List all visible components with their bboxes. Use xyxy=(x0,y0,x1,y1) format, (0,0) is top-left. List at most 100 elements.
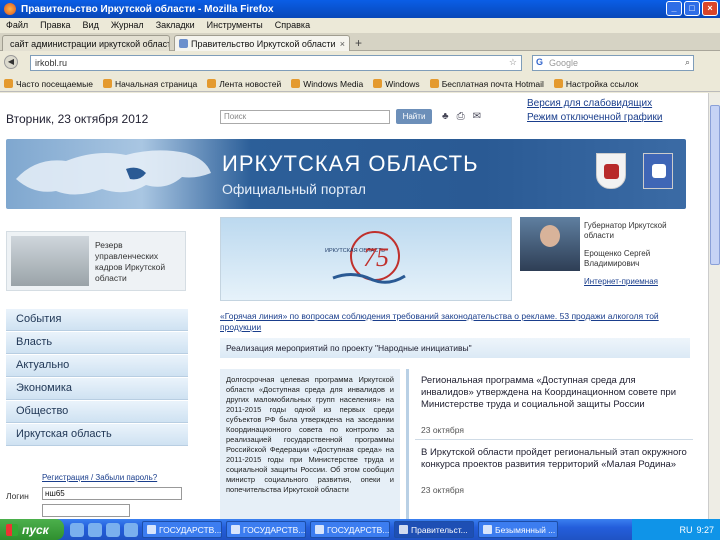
governor-photo[interactable] xyxy=(520,217,580,271)
login-label: Логин xyxy=(6,491,29,501)
nav-item-society[interactable]: Общество xyxy=(6,401,188,423)
scrollbar-thumb[interactable] xyxy=(710,105,720,265)
menu-edit[interactable]: Правка xyxy=(40,20,70,30)
ie-icon[interactable] xyxy=(70,522,84,537)
anniversary-logo: ИРКУТСКАЯ ОБЛАСТЬ 75 xyxy=(325,231,406,284)
initiatives-link[interactable]: Реализация мероприятий по проекту "Народ… xyxy=(220,338,690,358)
tab-close-icon[interactable]: × xyxy=(340,39,345,49)
maximize-button[interactable]: □ xyxy=(684,1,700,16)
menu-bar: Файл Правка Вид Журнал Закладки Инструме… xyxy=(0,18,720,32)
media-player-icon[interactable] xyxy=(124,522,138,537)
site-search-input[interactable]: Поиск xyxy=(220,110,390,124)
tab-favicon-icon xyxy=(179,39,188,48)
internet-reception-link[interactable]: Интернет-приемная xyxy=(584,277,658,286)
search-engine-placeholder: Google xyxy=(549,58,579,68)
search-engine-input[interactable]: G Google ⌕ xyxy=(532,55,694,71)
governor-name[interactable]: Ерощенко Сергей Владимирович xyxy=(584,249,688,269)
firefox-icon xyxy=(399,525,408,534)
bookmark-icon xyxy=(4,79,13,88)
page-viewport: Вторник, 23 октября 2012 Поиск Найти ♣ ⎙… xyxy=(0,93,708,519)
password-input[interactable] xyxy=(42,504,130,517)
nav-item-actual[interactable]: Актуально xyxy=(6,355,188,377)
menu-help[interactable]: Справка xyxy=(275,20,310,30)
start-button[interactable]: пуск xyxy=(0,519,64,540)
paint-icon xyxy=(483,525,492,534)
bookmark-item[interactable]: Настройка ссылок xyxy=(553,79,638,89)
news-item-title[interactable]: Региональная программа «Доступная среда … xyxy=(421,375,689,411)
region-flag-icon xyxy=(643,153,673,189)
taskbar-item-paint[interactable]: Безымянный ... xyxy=(478,521,558,538)
bookmark-item[interactable]: Windows Media xyxy=(291,79,363,89)
start-label: пуск xyxy=(22,522,49,537)
taskbar-item-word-2[interactable]: ГОСУДАРСТВ... xyxy=(226,521,306,538)
reserve-text: Резерв управленческих кадров Иркутской о… xyxy=(95,240,166,283)
print-icon[interactable]: ⎙ xyxy=(457,111,465,122)
nav-item-power[interactable]: Власть xyxy=(6,332,188,354)
menu-history[interactable]: Журнал xyxy=(111,20,144,30)
language-indicator[interactable]: RU xyxy=(679,525,692,535)
taskbar-item-firefox[interactable]: Правительст... xyxy=(394,521,474,538)
tab-government[interactable]: Правительство Иркутской области × xyxy=(174,35,350,51)
quick-launch xyxy=(70,522,138,537)
banner-title: ИРКУТСКАЯ ОБЛАСТЬ xyxy=(222,151,479,176)
nav-item-economy[interactable]: Экономика xyxy=(6,378,188,400)
register-link[interactable]: Регистрация / Забыли пароль? xyxy=(42,473,157,482)
taskbar-item-word-3[interactable]: ГОСУДАРСТВ... xyxy=(310,521,390,538)
no-graphics-link[interactable]: Режим отключенной графики xyxy=(527,111,662,125)
hotline-link[interactable]: «Горячая линия» по вопросам соблюдения т… xyxy=(220,311,690,333)
news-item-date: 23 октября xyxy=(421,485,464,495)
menu-view[interactable]: Вид xyxy=(83,20,99,30)
bookmark-item[interactable]: Бесплатная почта Hotmail xyxy=(429,79,544,89)
firefox-quicklaunch-icon[interactable] xyxy=(88,522,102,537)
menu-bookmarks[interactable]: Закладки xyxy=(156,20,195,30)
menu-file[interactable]: Файл xyxy=(6,20,28,30)
nav-item-region[interactable]: Иркутская область xyxy=(6,424,188,446)
region-coat-of-arms-icon xyxy=(596,153,626,189)
new-tab-icon[interactable]: + xyxy=(355,36,362,50)
bookmark-icon xyxy=(553,79,563,88)
anniversary-banner[interactable]: ИРКУТСКАЯ ОБЛАСТЬ 75 xyxy=(220,217,512,301)
svg-text:75: 75 xyxy=(363,243,389,272)
bookmark-icon xyxy=(429,79,439,88)
back-icon[interactable]: ◀ xyxy=(4,55,18,69)
tab-label: сайт администрации иркутской области ... xyxy=(10,38,170,49)
tab-bar: сайт администрации иркутской области ...… xyxy=(0,33,720,51)
window-title: Правительство Иркутской области - Mozill… xyxy=(21,3,274,15)
left-navigation: События Власть Актуально Экономика Общес… xyxy=(6,309,188,447)
governor-block: Губернатор Иркутской области Ерощенко Се… xyxy=(520,217,688,301)
bookmarks-bar: Часто посещаемые Начальная страница Лент… xyxy=(0,76,720,92)
low-vision-link[interactable]: Версия для слабовидящих xyxy=(527,97,662,111)
clock: 9:27 xyxy=(696,524,714,535)
sitemap-icon[interactable]: ♣ xyxy=(442,111,449,122)
bookmark-item[interactable]: Начальная страница xyxy=(102,79,197,89)
close-button[interactable]: × xyxy=(702,1,718,16)
site-search-button[interactable]: Найти xyxy=(396,109,432,124)
news-divider xyxy=(415,439,693,440)
search-icon[interactable]: ⌕ xyxy=(685,57,690,68)
tab-admin-site[interactable]: сайт администрации иркутской области ...… xyxy=(2,35,170,51)
menu-tools[interactable]: Инструменты xyxy=(207,20,263,30)
bookmark-item[interactable]: Windows xyxy=(373,79,420,89)
window-titlebar: Правительство Иркутской области - Mozill… xyxy=(0,0,720,18)
vertical-scrollbar[interactable] xyxy=(708,93,720,519)
nav-item-events[interactable]: События xyxy=(6,309,188,331)
taskbar-item-word-1[interactable]: ГОСУДАРСТВ... xyxy=(142,521,222,538)
bookmark-icon xyxy=(102,79,112,88)
news-item-date: 23 октября xyxy=(421,425,464,435)
login-form: Регистрация / Забыли пароль? Логин нш65 xyxy=(6,469,188,519)
news-item-title[interactable]: В Иркутской области пройдет региональный… xyxy=(421,447,689,471)
personnel-reserve-banner[interactable]: Резерв управленческих кадров Иркутской о… xyxy=(6,231,186,291)
page-date: Вторник, 23 октября 2012 xyxy=(6,112,149,126)
login-input[interactable]: нш65 xyxy=(42,487,182,500)
minimize-button[interactable]: _ xyxy=(666,1,682,16)
bookmark-item[interactable]: Лента новостей xyxy=(207,79,281,89)
news-lead-text: Долгосрочная целевая программа Иркутской… xyxy=(220,369,400,519)
news-list: Региональная программа «Доступная среда … xyxy=(406,369,693,519)
url-bar[interactable]: irkobl.ru ☆ xyxy=(30,55,522,71)
mail-icon[interactable] xyxy=(106,522,120,537)
mail-icon[interactable]: ✉ xyxy=(473,111,481,122)
bookmark-item[interactable]: Часто посещаемые xyxy=(4,79,93,89)
tab-label: Правительство Иркутской области xyxy=(191,38,336,49)
access-links: Версия для слабовидящих Режим отключенно… xyxy=(527,97,662,125)
bookmark-star-icon[interactable]: ☆ xyxy=(509,57,517,68)
